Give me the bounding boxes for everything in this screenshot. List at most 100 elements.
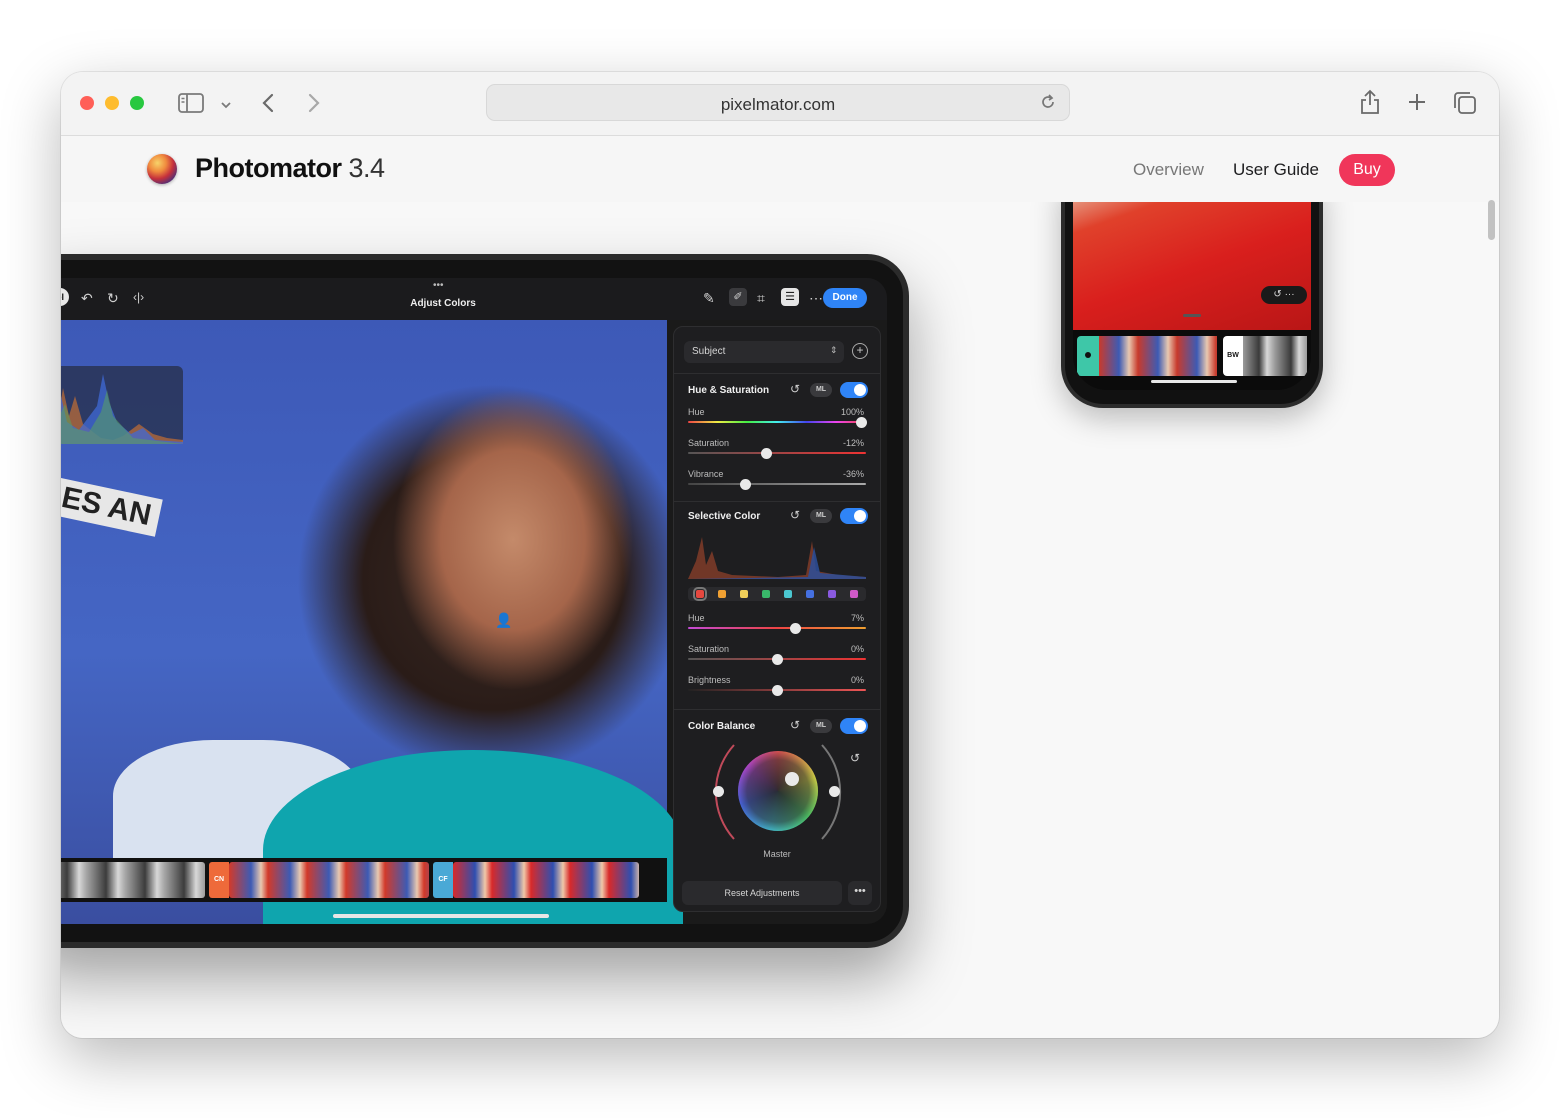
slider-knob[interactable] [855,417,867,428]
crop-icon[interactable]: ⌗ [757,291,765,305]
slider-value: 100% [840,407,864,417]
sidebar-icon[interactable] [178,92,204,118]
share-icon[interactable] [1359,89,1381,119]
selective-color-toggle[interactable] [840,508,868,524]
chevron-down-icon[interactable] [220,95,232,115]
edited-photo[interactable]: ES AN 👤 [61,320,683,924]
redo-icon[interactable]: ↻ [107,291,119,305]
close-window-button[interactable] [80,96,94,110]
iphone-filmstrip[interactable]: BW [1077,336,1307,376]
compare-icon[interactable]: ‹|› [133,291,144,303]
slider-label: Brightness [688,675,731,685]
filmstrip-bw-group[interactable] [61,862,205,898]
more-options-icon[interactable]: ⋯ [809,291,823,305]
filmstrip-color-previews[interactable] [1099,336,1217,376]
slider-knob[interactable] [772,654,783,665]
adjust-icon[interactable]: ☰ [781,288,799,306]
slider-label: Vibrance [688,469,724,479]
color-swatch[interactable] [718,590,726,598]
photo-banner-text: ES AN [61,477,163,537]
panel-divider [674,373,880,374]
tabs-icon[interactable] [1453,91,1477,119]
done-button[interactable]: Done [823,288,867,308]
wheel-puck[interactable] [785,772,799,786]
slider-value: 7% [850,613,864,623]
filmstrip-group-tab[interactable] [1077,336,1099,376]
forward-icon[interactable] [307,92,321,118]
auto-enhance-icon[interactable]: ✎ [703,291,715,305]
address-bar[interactable]: pixelmator.com [486,84,1070,121]
cancel-button[interactable]: cel [61,288,69,306]
panel-divider [674,709,880,710]
ipad-mockup: cel ↶ ↻ ‹|› ••• Adjust Colors ✎ ✐ ⌗ ☰ ⋯ … [61,254,909,948]
nav-user-guide-link[interactable]: User Guide [1233,160,1319,180]
slider-track[interactable] [688,421,866,423]
ipad-filmstrip[interactable]: CN CF [61,858,667,902]
reset-adjustments-button[interactable]: Reset Adjustments [682,881,842,905]
color-swatch[interactable] [762,590,770,598]
slider-knob[interactable] [789,623,801,634]
filmstrip-bw-label[interactable]: BW [1223,336,1243,376]
slider-label: Hue [688,407,705,417]
iphone-photo [1073,202,1311,330]
slider-knob[interactable] [761,448,773,459]
selective-color-reset-icon[interactable]: ↺ [790,508,800,522]
selective-color-histogram [688,531,866,579]
site-header: Photomator 3.4 Overview User Guide Buy [61,136,1499,202]
filmstrip-bw-previews[interactable] [1243,336,1307,376]
color-balance-ml-button[interactable]: ML [810,719,832,733]
hue-saturation-reset-icon[interactable]: ↺ [790,382,800,396]
slider-knob[interactable] [772,685,783,696]
shadows-knob[interactable] [713,786,724,797]
filmstrip-cn-group[interactable] [229,862,429,898]
ipad-home-indicator [333,914,549,918]
page-scrollbar[interactable] [1488,200,1495,240]
slider-track[interactable] [688,483,866,485]
color-swatch-row[interactable] [688,587,866,601]
slider-value: -36% [842,469,864,479]
filmstrip-cf-group[interactable] [453,862,639,898]
page-content: ↺ ··· BW cel ↶ ↻ ‹|› ••• [61,202,1499,1038]
slider-track[interactable] [688,452,866,454]
buy-button[interactable]: Buy [1339,154,1395,186]
highlights-knob[interactable] [829,786,840,797]
color-swatch[interactable] [850,590,858,598]
hue-saturation-toggle[interactable] [840,382,868,398]
filmstrip-cf-label[interactable]: CF [433,862,453,898]
zoom-window-button[interactable] [130,96,144,110]
site-title[interactable]: Photomator 3.4 [195,153,385,184]
slider-knob[interactable] [739,479,751,490]
color-swatch[interactable] [784,590,792,598]
color-balance-reset-icon[interactable]: ↺ [790,718,800,732]
hue-saturation-ml-button[interactable]: ML [810,383,832,397]
url-text: pixelmator.com [720,95,836,114]
slider-track[interactable] [688,627,866,629]
undo-icon[interactable]: ↶ [81,291,93,305]
ipad-screen: cel ↶ ↻ ‹|› ••• Adjust Colors ✎ ✐ ⌗ ☰ ⋯ … [61,278,887,924]
color-balance-toggle[interactable] [840,718,868,734]
nav-overview-link[interactable]: Overview [1133,160,1204,180]
filmstrip-cn-label[interactable]: CN [209,862,229,898]
retouch-icon[interactable]: ✐ [729,288,747,306]
more-dots-icon[interactable]: ••• [433,280,444,291]
slider-value: 0% [850,644,864,654]
adjust-colors-panel: Subject ⇕ + Hue & Saturation ↺ ML Hue 100… [673,326,881,912]
back-icon[interactable] [261,92,275,118]
subject-pin-icon[interactable]: 👤 [495,612,512,629]
iphone-home-indicator [1151,380,1237,383]
subject-select[interactable]: Subject [684,341,844,363]
selective-color-ml-button[interactable]: ML [810,509,832,523]
color-swatch[interactable] [693,587,707,601]
photomator-logo[interactable] [147,154,177,184]
color-swatch[interactable] [828,590,836,598]
panel-more-button[interactable]: ••• [848,881,872,905]
add-mask-icon[interactable]: + [852,343,868,359]
plus-icon[interactable] [1407,92,1427,116]
color-swatch[interactable] [806,590,814,598]
color-swatch[interactable] [740,590,748,598]
reload-icon[interactable] [1039,93,1057,116]
color-balance-wheel[interactable] [738,751,818,831]
histogram-overlay [61,366,183,444]
iphone-photo-controls[interactable]: ↺ ··· [1261,286,1307,304]
minimize-window-button[interactable] [105,96,119,110]
